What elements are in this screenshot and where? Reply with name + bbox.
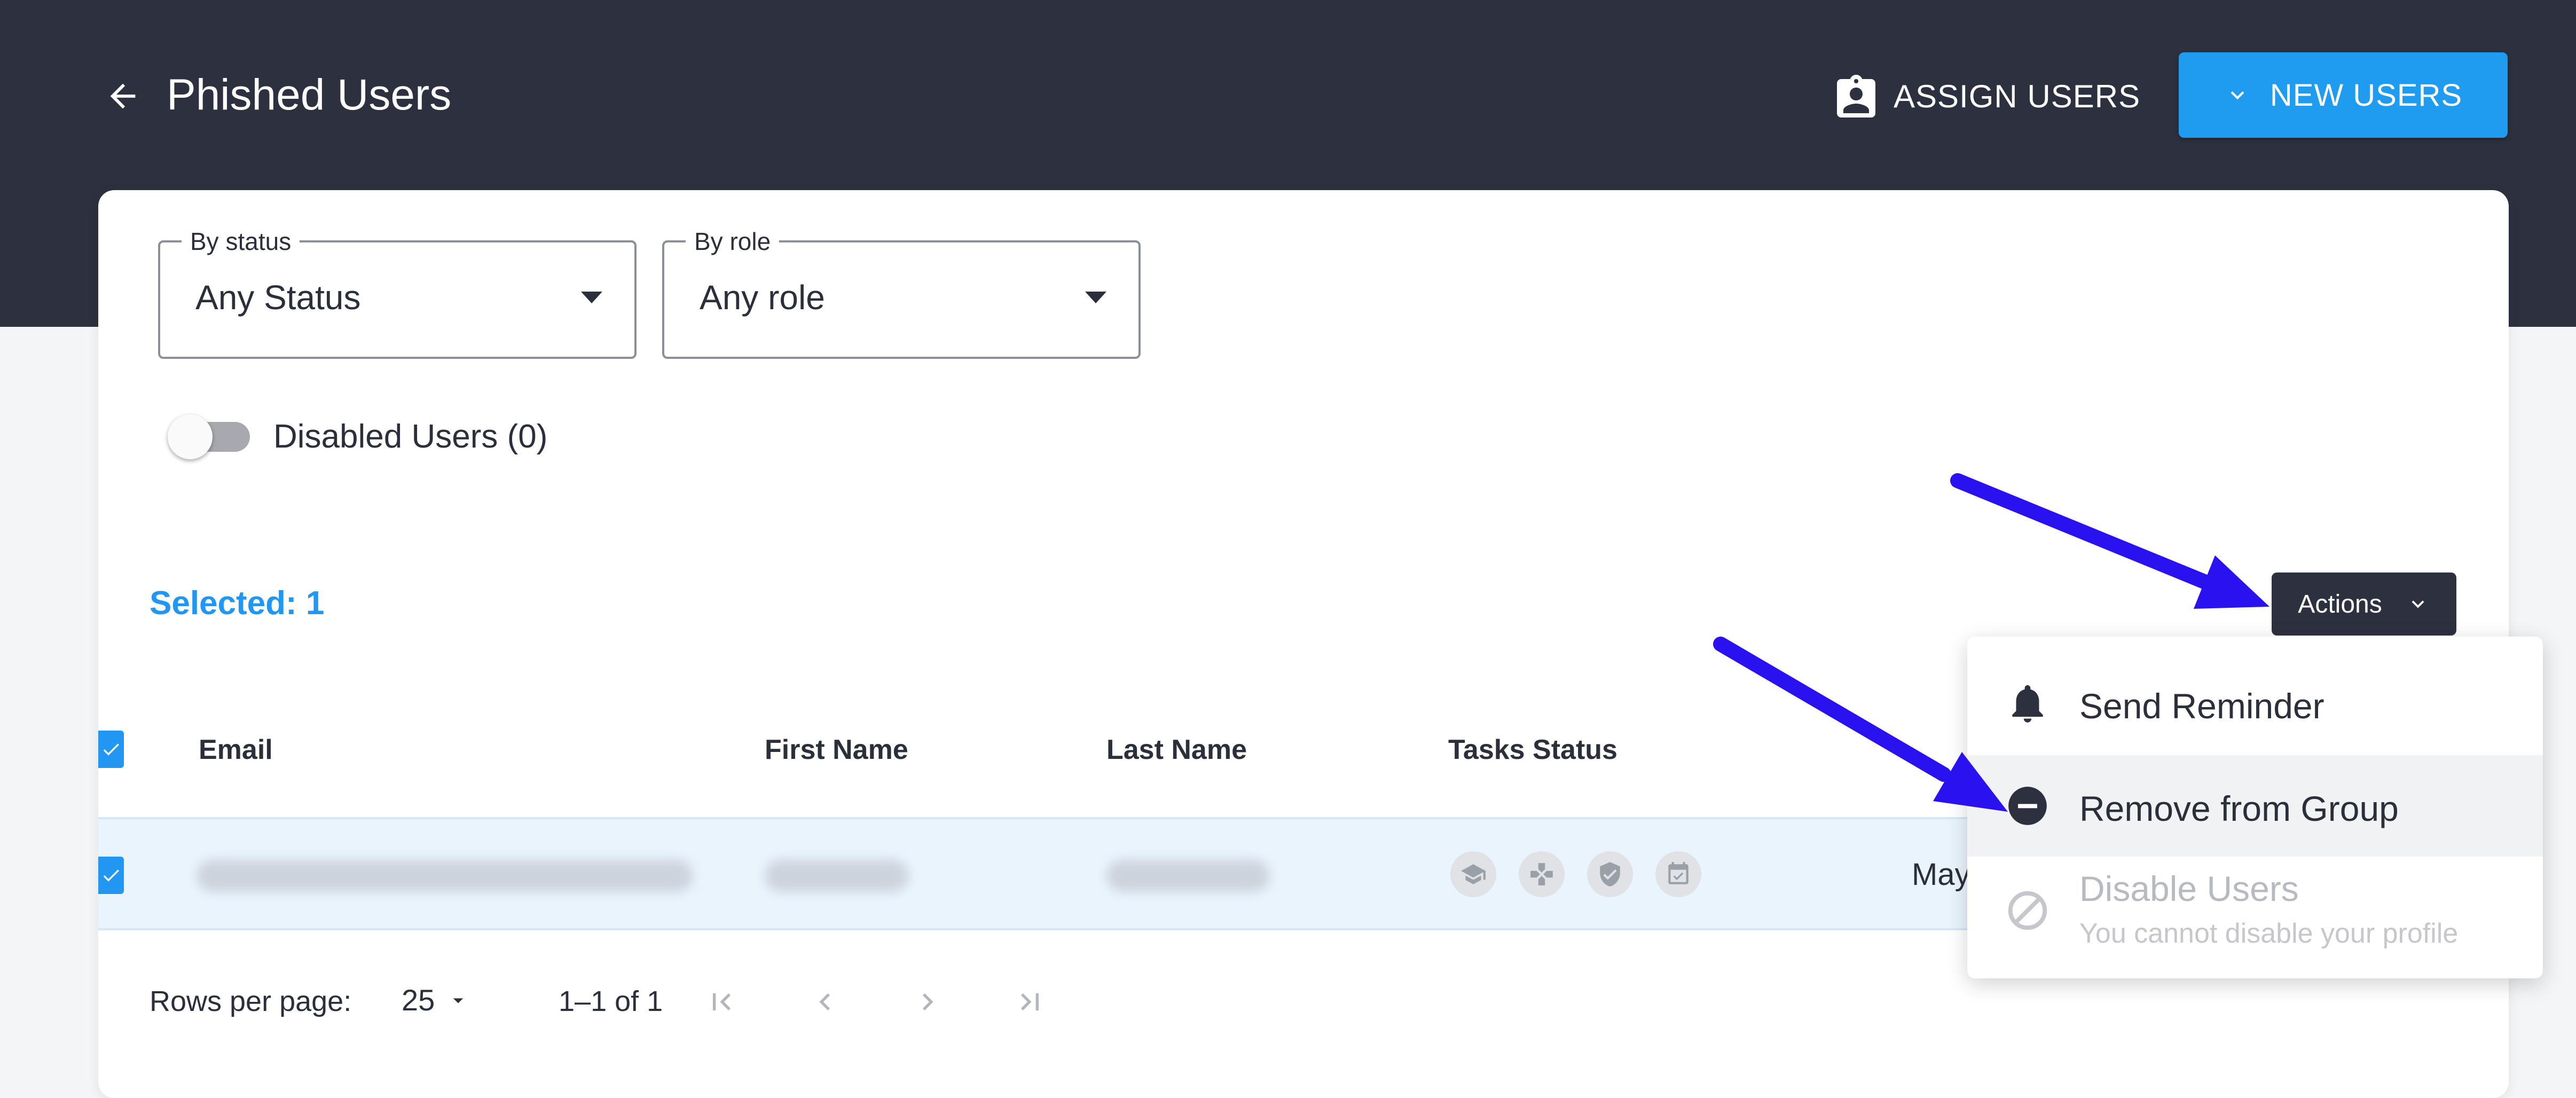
annotation-arrow bbox=[1713, 637, 2008, 812]
annotation-arrow bbox=[1950, 473, 2269, 609]
annotation-arrows bbox=[1713, 473, 2269, 812]
